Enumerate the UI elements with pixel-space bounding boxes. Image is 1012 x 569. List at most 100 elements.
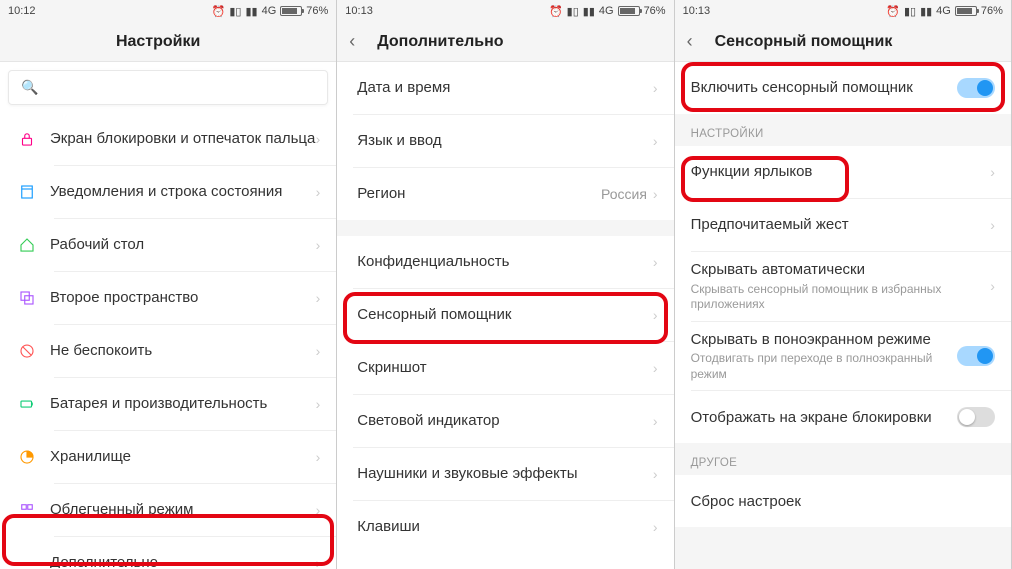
- chevron-right-icon: ›: [316, 290, 321, 306]
- list-item-lite[interactable]: Облегченный режим ›: [0, 484, 336, 536]
- row-shortcut-functions[interactable]: Функции ярлыков ›: [675, 146, 1011, 198]
- title-bar: Настройки: [0, 22, 336, 62]
- dnd-icon: [18, 342, 36, 360]
- item-label: Скрывать в поноэкранном режиме: [691, 330, 957, 350]
- chevron-right-icon: ›: [653, 186, 658, 202]
- row-reset[interactable]: Сброс настроек: [675, 475, 1011, 527]
- storage-icon: [18, 448, 36, 466]
- signal-icon: ▮▯: [567, 5, 579, 18]
- search-input[interactable]: 🔍: [8, 70, 328, 105]
- chevron-right-icon: ›: [316, 555, 321, 568]
- chevron-right-icon: ›: [653, 360, 658, 376]
- row-fullscreen-hide[interactable]: Скрывать в поноэкранном режиме Отодвигат…: [675, 322, 1011, 391]
- list-item-second-space[interactable]: Второе пространство ›: [0, 272, 336, 324]
- signal-icon: ▮▮: [920, 5, 932, 18]
- item-label: Предпочитаемый жест: [691, 215, 991, 235]
- alarm-icon: ⏰: [886, 5, 900, 18]
- chevron-right-icon: ›: [316, 396, 321, 412]
- chevron-right-icon: ›: [316, 237, 321, 253]
- touch-assistant-panel: 10:13 ⏰ ▮▯ ▮▮ 4G 76% ‹ Сенсорный помощни…: [675, 0, 1012, 569]
- chevron-right-icon: ›: [653, 519, 658, 535]
- list-item-dnd[interactable]: Не беспокоить ›: [0, 325, 336, 377]
- item-label: Дополнительно: [50, 553, 316, 568]
- signal-icon: ▮▮: [583, 5, 595, 18]
- list-item-touch-assistant[interactable]: Сенсорный помощник ›: [337, 289, 673, 341]
- list-item-audio[interactable]: Наушники и звуковые эффекты ›: [337, 448, 673, 500]
- list-item-additional[interactable]: Дополнительно ›: [0, 537, 336, 568]
- signal-icon: ▮▯: [904, 5, 916, 18]
- row-enable-assistant[interactable]: Включить сенсорный помощник: [675, 62, 1011, 114]
- status-right: ⏰ ▮▯ ▮▮ 4G 76%: [549, 5, 666, 18]
- settings-panel: 10:12 ⏰ ▮▯ ▮▮ 4G 76% Настройки 🔍 Экран б…: [0, 0, 337, 569]
- list-item-lockscreen[interactable]: Экран блокировки и отпечаток пальца ›: [0, 113, 336, 165]
- chevron-right-icon: ›: [316, 502, 321, 518]
- list-item-privacy[interactable]: Конфиденциальность ›: [337, 236, 673, 288]
- item-label: Уведомления и строка состояния: [50, 182, 316, 202]
- list-item-notifications[interactable]: Уведомления и строка состояния ›: [0, 166, 336, 218]
- item-label: Наушники и звуковые эффекты: [357, 464, 653, 484]
- title-bar: ‹ Дополнительно: [337, 22, 673, 62]
- alarm-icon: ⏰: [549, 5, 563, 18]
- additional-list[interactable]: Дата и время › Язык и ввод › Регион Росс…: [337, 62, 673, 569]
- toggle-enable[interactable]: [957, 78, 995, 98]
- item-sublabel: Отодвигать при переходе в полноэкранный …: [691, 351, 957, 382]
- assistant-list[interactable]: Включить сенсорный помощник НАСТРОЙКИ Фу…: [675, 62, 1011, 569]
- back-button[interactable]: ‹: [349, 31, 369, 52]
- list-item-battery[interactable]: Батарея и производительность ›: [0, 378, 336, 430]
- item-value: Россия: [601, 186, 647, 202]
- chevron-right-icon: ›: [316, 449, 321, 465]
- group-header-settings: НАСТРОЙКИ: [675, 114, 1011, 146]
- battery-label: 76%: [981, 5, 1003, 17]
- battery-icon: [618, 6, 640, 16]
- list-item-language[interactable]: Язык и ввод ›: [337, 115, 673, 167]
- search-field[interactable]: [46, 80, 315, 96]
- chevron-right-icon: ›: [653, 133, 658, 149]
- chevron-right-icon: ›: [653, 307, 658, 323]
- chevron-right-icon: ›: [653, 80, 658, 96]
- item-label: Конфиденциальность: [357, 252, 653, 272]
- list-item-led[interactable]: Световой индикатор ›: [337, 395, 673, 447]
- chevron-right-icon: ›: [653, 466, 658, 482]
- item-label: Хранилище: [50, 447, 316, 467]
- toggle-fullscreen[interactable]: [957, 346, 995, 366]
- item-label: Батарея и производительность: [50, 394, 316, 414]
- list-item-home[interactable]: Рабочий стол ›: [0, 219, 336, 271]
- chevron-right-icon: ›: [990, 278, 995, 294]
- toggle-lockscreen[interactable]: [957, 407, 995, 427]
- item-label: Включить сенсорный помощник: [691, 78, 957, 98]
- chevron-right-icon: ›: [990, 217, 995, 233]
- item-label: Экран блокировки и отпечаток пальца: [50, 129, 316, 149]
- item-label: Световой индикатор: [357, 411, 653, 431]
- item-label: Второе пространство: [50, 288, 316, 308]
- list-item-datetime[interactable]: Дата и время ›: [337, 62, 673, 114]
- status-bar: 10:13 ⏰ ▮▯ ▮▮ 4G 76%: [675, 0, 1011, 22]
- item-label: Не беспокоить: [50, 341, 316, 361]
- row-autohide[interactable]: Скрывать автоматически Скрывать сенсорны…: [675, 252, 1011, 321]
- item-label: Рабочий стол: [50, 235, 316, 255]
- item-label: Клавиши: [357, 517, 653, 537]
- home-icon: [18, 236, 36, 254]
- item-label: Сенсорный помощник: [357, 305, 653, 325]
- battery-label: 76%: [306, 5, 328, 17]
- chevron-right-icon: ›: [653, 413, 658, 429]
- list-item-screenshot[interactable]: Скриншот ›: [337, 342, 673, 394]
- status-right: ⏰ ▮▯ ▮▮ 4G 76%: [212, 5, 329, 18]
- row-preferred-gesture[interactable]: Предпочитаемый жест ›: [675, 199, 1011, 251]
- row-lockscreen-show[interactable]: Отображать на экране блокировки: [675, 391, 1011, 443]
- item-sublabel: Скрывать сенсорный помощник в избранных …: [691, 282, 991, 313]
- signal-icon: ▮▯: [229, 5, 241, 18]
- lite-icon: [18, 501, 36, 519]
- status-bar: 10:12 ⏰ ▮▯ ▮▮ 4G 76%: [0, 0, 336, 22]
- chevron-right-icon: ›: [316, 131, 321, 147]
- group-header-other: ДРУГОЕ: [675, 443, 1011, 475]
- item-label: Скриншот: [357, 358, 653, 378]
- list-item-keys[interactable]: Клавиши ›: [337, 501, 673, 553]
- network-label: 4G: [599, 5, 614, 17]
- back-button[interactable]: ‹: [687, 31, 707, 52]
- item-label: Сброс настроек: [691, 492, 995, 512]
- list-item-storage[interactable]: Хранилище ›: [0, 431, 336, 483]
- search-icon: 🔍: [21, 79, 38, 96]
- settings-list[interactable]: Экран блокировки и отпечаток пальца › Ув…: [0, 113, 336, 568]
- item-label: Скрывать автоматически: [691, 260, 991, 280]
- list-item-region[interactable]: Регион Россия ›: [337, 168, 673, 220]
